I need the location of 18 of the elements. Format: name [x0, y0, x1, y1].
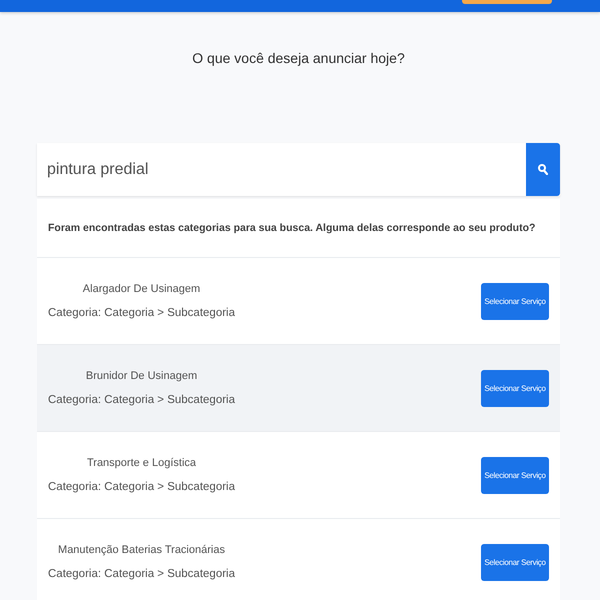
search-button[interactable]	[526, 143, 560, 196]
select-service-button[interactable]: Selecionar Serviço	[481, 370, 549, 406]
category-path: Categoria: Categoria > Subcategoria	[48, 568, 235, 580]
result-title: Transporte e Logística	[86, 457, 196, 469]
search-icon	[538, 164, 548, 175]
select-service-button[interactable]: Selecionar Serviço	[481, 456, 549, 494]
result-title: Brunidor De Usinagem	[86, 370, 198, 382]
category-path: Categoria: Categoria > Subcategoria	[48, 481, 235, 493]
result-row[interactable]: Brunidor De Usinagem Categoria: Categoria > Subcategoria Selecionar Serviço	[37, 345, 560, 432]
result-title: Manutenção Baterias Tracionárias	[58, 544, 225, 556]
search-field[interactable]: pintura predial	[37, 143, 526, 196]
category-path: Categoria: Categoria > Subcategoria	[48, 307, 235, 319]
category-path: Categoria: Categoria > Subcategoria	[48, 394, 235, 406]
results-message: Foram encontradas estas categorias para sua busca. Alguma delas corresponde ao seu produto?	[48, 222, 536, 234]
select-service-button[interactable]: Selecionar Serviço	[481, 544, 549, 580]
result-title: Alargador De Usinagem	[82, 283, 200, 295]
page-heading: O que você deseja anunciar hoje?	[191, 50, 406, 68]
select-service-button[interactable]: Selecionar Serviço	[481, 282, 549, 320]
